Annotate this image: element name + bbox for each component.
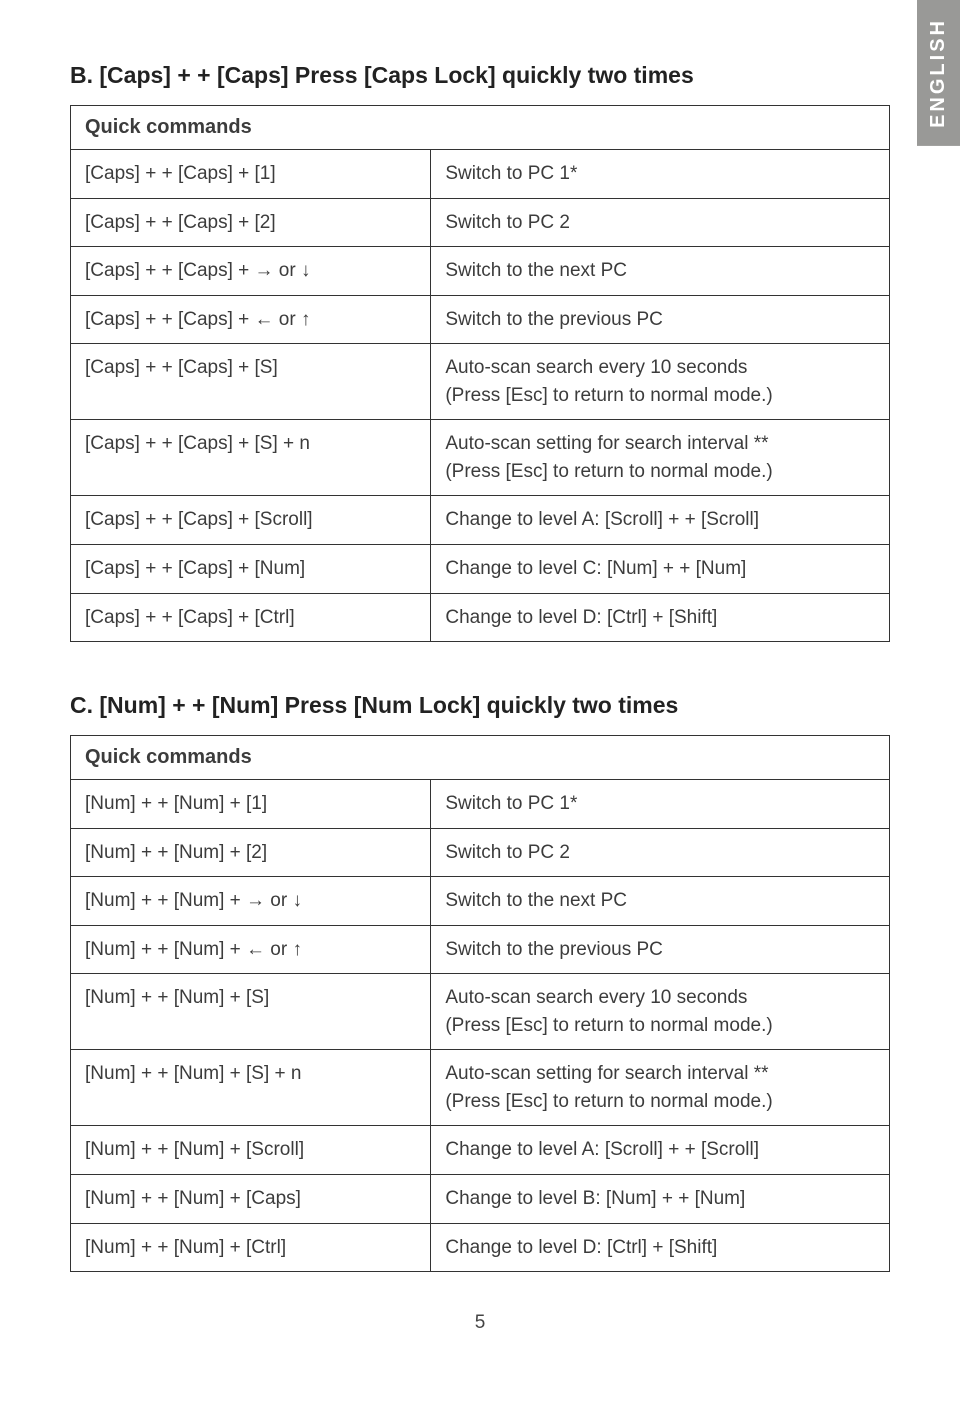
cmd-key: [Caps] + + [Caps] + [Ctrl] (71, 593, 431, 642)
cmd-desc: Switch to the previous PC (431, 925, 890, 974)
table-row: [Num] + + [Num] + → or ↓Switch to the ne… (71, 877, 890, 926)
cmd-desc: Auto-scan setting for search interval **… (431, 420, 890, 496)
cmd-key: [Caps] + + [Caps] + [S] (71, 344, 431, 420)
table-row: [Num] + + [Num] + [Scroll]Change to leve… (71, 1126, 890, 1175)
cmd-desc: Change to level B: [Num] + + [Num] (431, 1175, 890, 1224)
section-c-table: Quick commands [Num] + + [Num] + [1]Swit… (70, 735, 890, 1272)
table-row: [Caps] + + [Caps] + → or ↓Switch to the … (71, 247, 890, 296)
section-b-header: Quick commands (71, 106, 890, 150)
cmd-desc: Switch to PC 2 (431, 198, 890, 247)
cmd-key: [Caps] + + [Caps] + [S] + n (71, 420, 431, 496)
cmd-key: [Caps] + + [Caps] + → or ↓ (71, 247, 431, 296)
cmd-key: [Caps] + + [Caps] + [Num] (71, 544, 431, 593)
cmd-desc: Auto-scan setting for search interval **… (431, 1050, 890, 1126)
cmd-key: [Num] + + [Num] + [S] (71, 974, 431, 1050)
table-header-row: Quick commands (71, 106, 890, 150)
cmd-key: [Num] + + [Num] + [1] (71, 780, 431, 829)
section-b-table: Quick commands [Caps] + + [Caps] + [1]Sw… (70, 105, 890, 642)
cmd-key: [Num] + + [Num] + [Scroll] (71, 1126, 431, 1175)
cmd-desc: Change to level A: [Scroll] + + [Scroll] (431, 1126, 890, 1175)
table-row: [Caps] + + [Caps] + [Scroll]Change to le… (71, 496, 890, 545)
section-c-header: Quick commands (71, 736, 890, 780)
table-row: [Caps] + + [Caps] + [2]Switch to PC 2 (71, 198, 890, 247)
cmd-desc: Switch to the previous PC (431, 295, 890, 344)
cmd-desc: Change to level D: [Ctrl] + [Shift] (431, 593, 890, 642)
cmd-key: [Num] + + [Num] + [2] (71, 828, 431, 877)
cmd-key: [Caps] + + [Caps] + [2] (71, 198, 431, 247)
cmd-desc: Switch to PC 1* (431, 150, 890, 199)
cmd-key: [Num] + + [Num] + [Caps] (71, 1175, 431, 1224)
table-row: [Caps] + + [Caps] + [Num]Change to level… (71, 544, 890, 593)
table-row: [Num] + + [Num] + [Ctrl]Change to level … (71, 1223, 890, 1272)
table-header-row: Quick commands (71, 736, 890, 780)
cmd-key: [Num] + + [Num] + ← or ↑ (71, 925, 431, 974)
cmd-desc: Change to level C: [Num] + + [Num] (431, 544, 890, 593)
cmd-desc: Switch to PC 2 (431, 828, 890, 877)
section-b-title: B. [Caps] + + [Caps] Press [Caps Lock] q… (70, 60, 890, 91)
document-page: ENGLISH B. [Caps] + + [Caps] Press [Caps… (0, 0, 960, 1427)
cmd-desc: Change to level A: [Scroll] + + [Scroll] (431, 496, 890, 545)
section-c-title: C. [Num] + + [Num] Press [Num Lock] quic… (70, 690, 890, 721)
cmd-key: [Num] + + [Num] + → or ↓ (71, 877, 431, 926)
cmd-key: [Caps] + + [Caps] + ← or ↑ (71, 295, 431, 344)
table-row: [Caps] + + [Caps] + [Ctrl]Change to leve… (71, 593, 890, 642)
table-row: [Caps] + + [Caps] + [S] + nAuto-scan set… (71, 420, 890, 496)
page-number: 5 (70, 1312, 890, 1334)
table-row: [Num] + + [Num] + [S] + nAuto-scan setti… (71, 1050, 890, 1126)
table-row: [Num] + + [Num] + [Caps]Change to level … (71, 1175, 890, 1224)
language-tab: ENGLISH (917, 0, 960, 146)
cmd-desc: Switch to the next PC (431, 877, 890, 926)
table-row: [Num] + + [Num] + [S]Auto-scan search ev… (71, 974, 890, 1050)
table-row: [Num] + + [Num] + [2]Switch to PC 2 (71, 828, 890, 877)
cmd-key: [Caps] + + [Caps] + [1] (71, 150, 431, 199)
cmd-desc: Auto-scan search every 10 seconds(Press … (431, 344, 890, 420)
cmd-desc: Auto-scan search every 10 seconds(Press … (431, 974, 890, 1050)
cmd-desc: Switch to the next PC (431, 247, 890, 296)
cmd-key: [Caps] + + [Caps] + [Scroll] (71, 496, 431, 545)
table-row: [Num] + + [Num] + ← or ↑Switch to the pr… (71, 925, 890, 974)
table-row: [Num] + + [Num] + [1]Switch to PC 1* (71, 780, 890, 829)
cmd-key: [Num] + + [Num] + [S] + n (71, 1050, 431, 1126)
cmd-key: [Num] + + [Num] + [Ctrl] (71, 1223, 431, 1272)
table-row: [Caps] + + [Caps] + [S]Auto-scan search … (71, 344, 890, 420)
cmd-desc: Change to level D: [Ctrl] + [Shift] (431, 1223, 890, 1272)
table-row: [Caps] + + [Caps] + ← or ↑Switch to the … (71, 295, 890, 344)
table-row: [Caps] + + [Caps] + [1]Switch to PC 1* (71, 150, 890, 199)
cmd-desc: Switch to PC 1* (431, 780, 890, 829)
